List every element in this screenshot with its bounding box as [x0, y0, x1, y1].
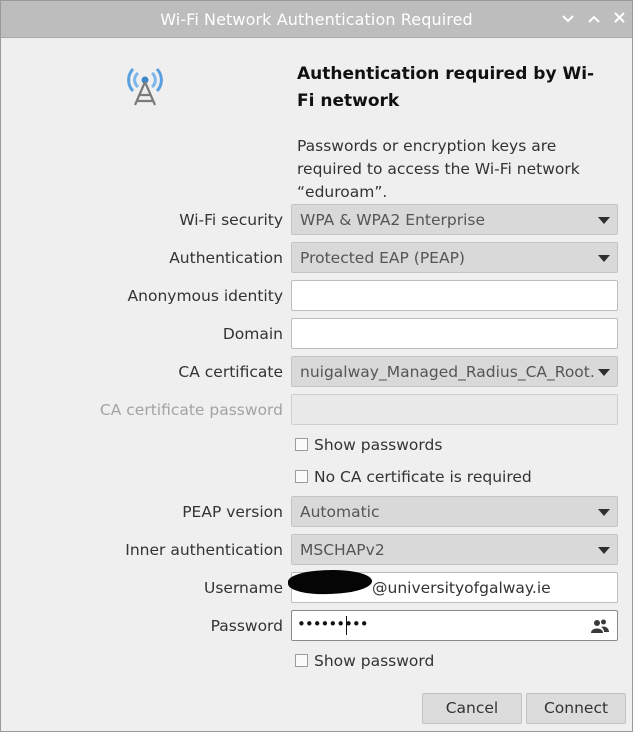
close-button[interactable] — [609, 9, 629, 29]
authentication-select[interactable]: Protected EAP (PEAP) — [291, 242, 618, 273]
ca-certificate-label: CA certificate — [178, 363, 283, 381]
peap-version-select[interactable]: Automatic — [291, 496, 618, 527]
inner-auth-value: MSCHAPv2 — [300, 541, 385, 559]
auth-dialog: Wi-Fi Network Authentication Required Au… — [0, 0, 633, 732]
peap-version-value: Automatic — [300, 503, 380, 521]
ca-certificate-password-input — [291, 394, 618, 425]
dropdown-arrow-icon — [598, 217, 610, 224]
close-icon — [613, 12, 625, 23]
username-domain-text: @universityofgalway.ie — [372, 579, 551, 597]
dropdown-arrow-icon — [598, 255, 610, 262]
wifi-security-select[interactable]: WPA & WPA2 Enterprise — [291, 204, 618, 235]
domain-label: Domain — [222, 325, 283, 343]
chevron-down-icon — [562, 15, 574, 23]
username-input[interactable]: @universityofgalway.ie — [287, 568, 618, 603]
authentication-label: Authentication — [169, 249, 283, 267]
ca-certificate-value: nuigalway_Managed_Radius_CA_Root.crt — [300, 363, 594, 381]
inner-auth-label: Inner authentication — [125, 541, 283, 559]
inner-auth-select[interactable]: MSCHAPv2 — [291, 534, 618, 565]
minimize-button[interactable] — [558, 9, 578, 29]
wifi-tower-icon — [127, 67, 163, 106]
anonymous-identity-label: Anonymous identity — [127, 287, 283, 305]
show-passwords-checkbox[interactable] — [295, 438, 308, 451]
password-label: Password — [210, 617, 283, 635]
dialog-description: Passwords or encryption keys are require… — [297, 137, 580, 201]
ca-certificate-select[interactable]: nuigalway_Managed_Radius_CA_Root.crt — [291, 356, 618, 387]
dropdown-arrow-icon — [598, 509, 610, 516]
redaction-mark — [287, 568, 373, 596]
password-value: ••••••••• — [297, 615, 369, 633]
anonymous-identity-input[interactable] — [291, 280, 618, 311]
dialog-heading: Authentication required by Wi-Fi network — [297, 64, 595, 111]
show-password-label[interactable]: Show password — [314, 652, 434, 670]
window-title: Wi-Fi Network Authentication Required — [160, 10, 473, 29]
username-label: Username — [203, 579, 283, 597]
wifi-security-label: Wi-Fi security — [179, 211, 283, 229]
dropdown-arrow-icon — [598, 547, 610, 554]
no-ca-required-label[interactable]: No CA certificate is required — [314, 468, 532, 486]
ca-certificate-password-label: CA certificate password — [99, 401, 283, 419]
no-ca-required-checkbox[interactable] — [295, 470, 308, 483]
show-passwords-label[interactable]: Show passwords — [314, 436, 442, 454]
dropdown-arrow-icon — [598, 369, 610, 376]
password-input[interactable]: ••••••••• — [291, 610, 618, 641]
connect-button[interactable]: Connect — [526, 693, 626, 724]
authentication-value: Protected EAP (PEAP) — [300, 249, 465, 267]
text-cursor — [346, 616, 347, 635]
chevron-up-icon — [588, 15, 600, 23]
wifi-security-value: WPA & WPA2 Enterprise — [300, 211, 486, 229]
cancel-button[interactable]: Cancel — [422, 693, 522, 724]
show-password-checkbox[interactable] — [295, 654, 308, 667]
user-people-icon[interactable] — [591, 618, 609, 634]
peap-version-label: PEAP version — [182, 503, 283, 521]
domain-input[interactable] — [291, 318, 618, 349]
maximize-button[interactable] — [584, 9, 604, 29]
title-bar[interactable]: Wi-Fi Network Authentication Required — [1, 1, 632, 38]
